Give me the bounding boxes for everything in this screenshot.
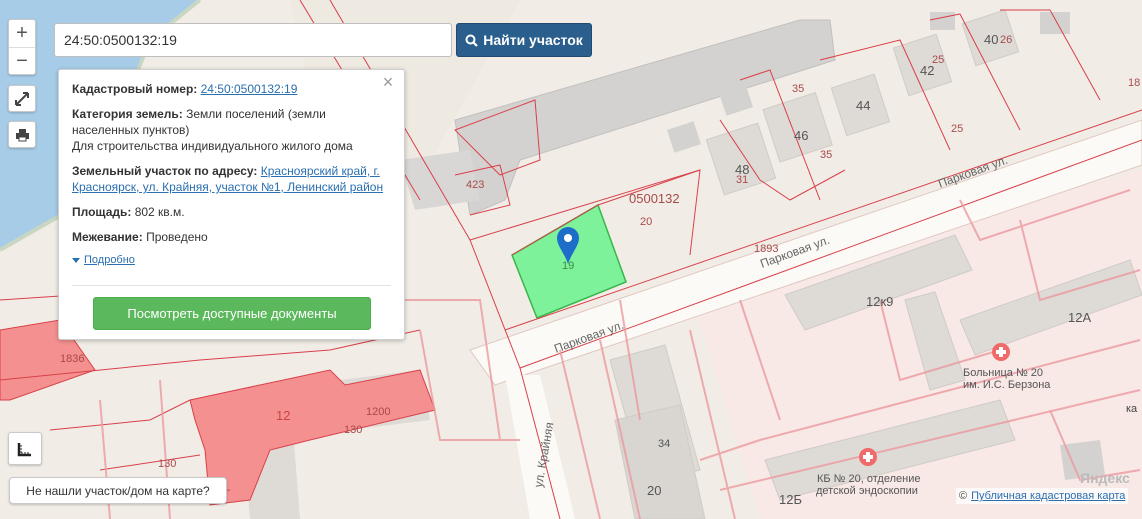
label-hospital-2: им. И.С. Берзона [963, 379, 1051, 391]
area-value: 802 кв.м. [134, 205, 185, 219]
label-kb: КБ № 20, отделение [817, 473, 920, 485]
building-small-3 [930, 12, 955, 30]
label-12a: 12А [1068, 310, 1091, 325]
survey-value: Проведено [146, 230, 208, 244]
label-423: 423 [466, 179, 484, 191]
zoom-out-button[interactable]: − [9, 47, 35, 74]
land-purpose-value: Для строительства индивидуального жилого… [72, 139, 353, 153]
address-label: Земельный участок по адресу: [72, 164, 258, 178]
details-toggle-label: Подробно [84, 254, 135, 266]
ruler-icon [17, 442, 31, 456]
not-found-button[interactable]: Не нашли участок/дом на карте? [9, 477, 227, 504]
survey-row: Межевание: Проведено [72, 229, 392, 245]
find-parcel-button[interactable]: Найти участок [456, 23, 592, 57]
label-1836: 1836 [60, 353, 84, 365]
label-34: 34 [658, 438, 670, 450]
label-40: 40 [984, 32, 998, 47]
cadastral-search-box[interactable] [54, 23, 452, 57]
details-toggle[interactable]: Подробно [72, 252, 392, 268]
label-48: 48 [735, 162, 749, 177]
find-parcel-label: Найти участок [483, 32, 583, 48]
label-hospital: Больница № 20 [963, 367, 1043, 379]
label-20: 20 [647, 483, 661, 498]
label-12b: 12Б [779, 492, 802, 507]
ruler-button[interactable] [8, 432, 42, 465]
label-kb-2: детской эндоскопии [816, 485, 918, 497]
hospital-icon [859, 448, 877, 466]
land-category-label: Категория земель: [72, 107, 183, 121]
yandex-logo: Яндекс [1080, 470, 1130, 486]
zoom-controls: + − [8, 19, 36, 75]
survey-label: Межевание: [72, 230, 143, 244]
copyright-symbol: © [959, 490, 968, 502]
label-42: 42 [920, 63, 934, 78]
cadastral-number-row: Кадастровый номер: 24:50:0500132:19 [72, 81, 392, 97]
area-row: Площадь: 802 кв.м. [72, 204, 392, 220]
fullscreen-icon [15, 91, 29, 106]
area-label: Площадь: [72, 205, 132, 219]
label-12: 12 [276, 408, 290, 423]
label-18: 18 [1128, 77, 1140, 89]
label-26: 26 [1000, 34, 1012, 46]
land-category-row: Категория земель: Земли поселений (земли… [72, 106, 392, 154]
address-row: Земельный участок по адресу: Красноярски… [72, 163, 392, 195]
card-divider [72, 285, 391, 286]
parcel-info-card: × Кадастровый номер: 24:50:0500132:19 Ка… [58, 69, 405, 340]
chevron-down-icon [72, 257, 80, 263]
label-130b: 130 [158, 458, 176, 470]
print-icon [15, 128, 29, 141]
label-quarter: 0500132 [629, 191, 680, 206]
print-button[interactable] [8, 121, 36, 148]
hospital-icon [992, 343, 1010, 361]
cut-off-label: ка [1126, 403, 1138, 415]
label-parcel-19: 19 [562, 260, 574, 272]
label-35b: 35 [820, 149, 832, 161]
cadastral-number-link[interactable]: 24:50:0500132:19 [201, 82, 298, 96]
map-attribution: © Публичная кадастровая карта [956, 488, 1129, 504]
search-icon [465, 34, 478, 47]
label-130a: 130 [344, 424, 362, 436]
view-documents-button[interactable]: Посмотреть доступные документы [93, 297, 371, 330]
label-46: 46 [794, 128, 808, 143]
close-icon[interactable]: × [379, 73, 397, 91]
cadastral-search-input[interactable] [64, 32, 442, 48]
attribution-link[interactable]: Публичная кадастровая карта [971, 490, 1125, 502]
label-12k9: 12к9 [866, 294, 893, 309]
label-parcel-20: 20 [640, 216, 652, 228]
label-25b: 25 [951, 123, 963, 135]
zoom-in-button[interactable]: + [9, 20, 35, 47]
building-small-4 [1040, 12, 1070, 34]
cadastral-number-label: Кадастровый номер: [72, 82, 198, 96]
label-44: 44 [856, 98, 870, 113]
label-35a: 35 [792, 83, 804, 95]
label-1200: 1200 [366, 406, 390, 418]
fullscreen-button[interactable] [8, 85, 36, 112]
